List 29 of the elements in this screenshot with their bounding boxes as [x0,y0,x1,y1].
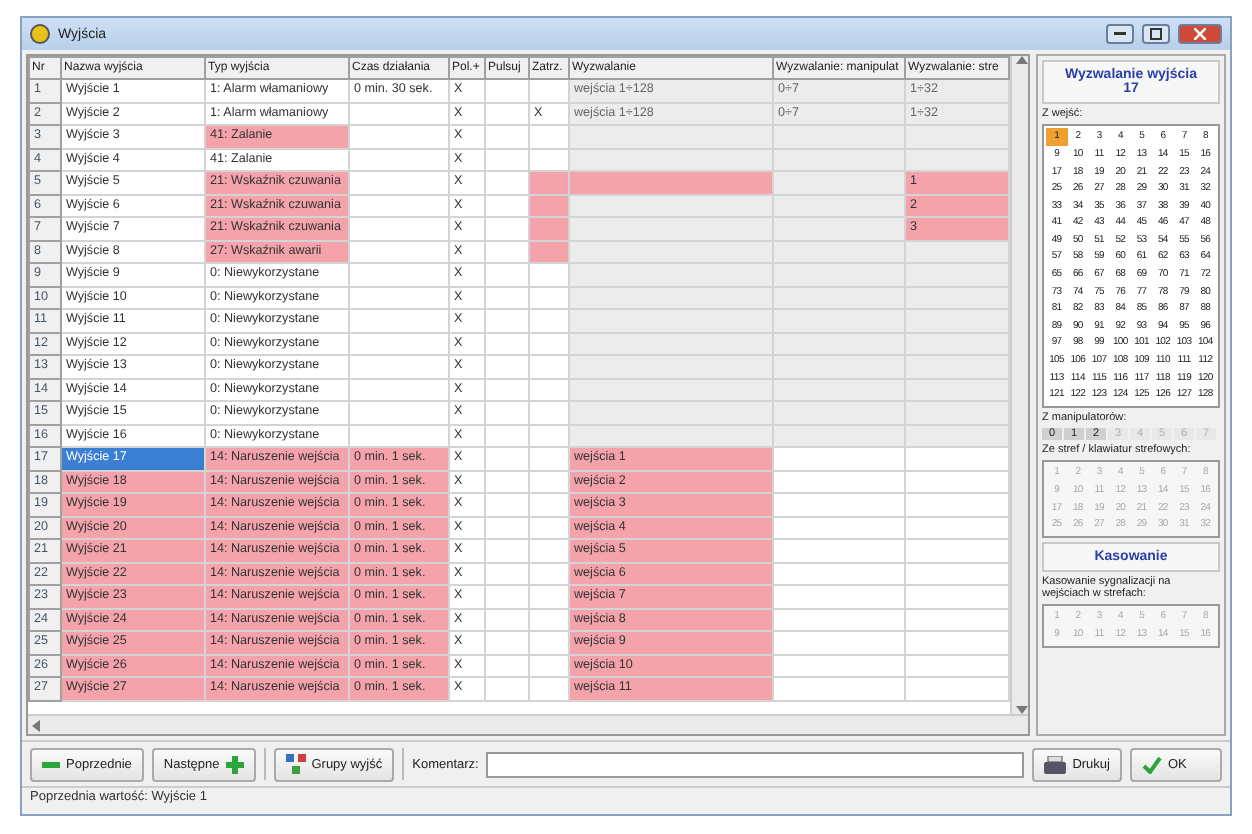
table-cell[interactable] [773,539,905,562]
groups-icon [285,754,306,774]
table-cell[interactable] [773,493,905,516]
close-button[interactable] [1178,24,1222,44]
minus-icon [42,761,60,767]
table-cell[interactable] [773,677,905,700]
close-icon [1194,28,1206,40]
horizontal-scrollbar[interactable] [28,714,1028,734]
table-cell[interactable] [773,631,905,654]
table-cell[interactable] [773,585,905,608]
table-cell[interactable] [773,447,905,470]
table-cell[interactable] [569,171,773,194]
scroll-left-icon [32,719,40,731]
printer-icon [1044,755,1067,773]
minimize-icon [1114,32,1126,36]
check-icon [1142,755,1162,773]
minimize-button[interactable] [1106,24,1134,44]
table-cell[interactable] [773,608,905,631]
table-cell[interactable] [773,654,905,677]
app-icon [30,24,50,44]
plus-icon [225,755,244,773]
maximize-icon [1150,28,1162,40]
vertical-scrollbar[interactable] [1010,56,1028,714]
scroll-up-icon [1016,56,1028,64]
table-cell[interactable] [773,562,905,585]
maximize-button[interactable] [1142,24,1170,44]
table-cell[interactable] [773,516,905,539]
table-cell[interactable] [773,470,905,493]
comment-field[interactable] [486,751,1025,777]
